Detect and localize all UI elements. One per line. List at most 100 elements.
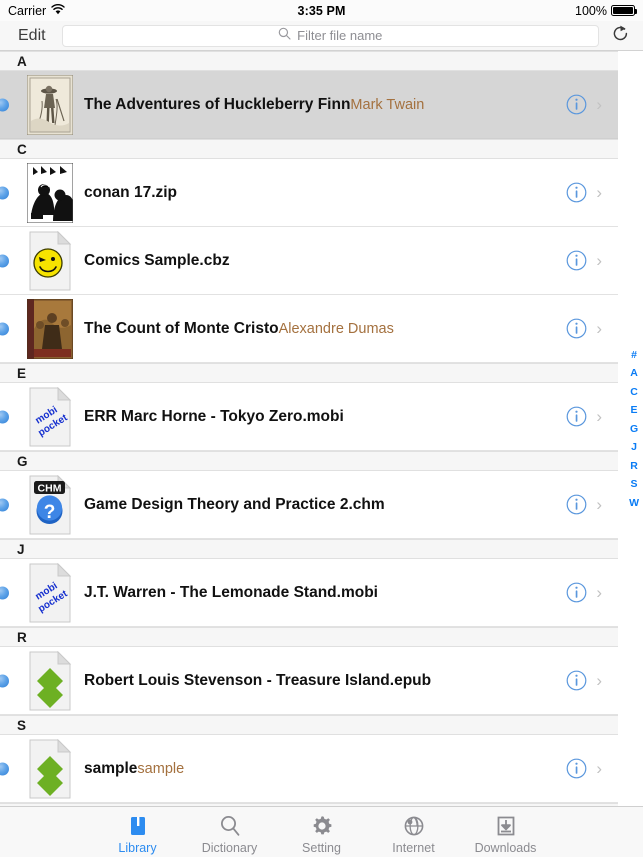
index-letter-hash[interactable]: # xyxy=(631,349,637,360)
info-icon[interactable] xyxy=(566,250,587,271)
search-placeholder: Filter file name xyxy=(297,28,383,43)
row-text-block: J.T. Warren - The Lemonade Stand.mobi xyxy=(84,584,566,602)
index-letter-j[interactable]: J xyxy=(631,442,637,453)
library-list[interactable]: A The Adventures of Huckleberry FinnMark … xyxy=(0,51,643,806)
row-text-block: The Adventures of Huckleberry FinnMark T… xyxy=(84,96,566,114)
tab-label: Library xyxy=(118,840,157,855)
search-input-inner: Filter file name xyxy=(278,27,382,45)
row-accessory: › xyxy=(566,758,602,779)
table-row[interactable]: The Count of Monte CristoAlexandre Dumas… xyxy=(0,295,618,363)
row-title: J.T. Warren - The Lemonade Stand.mobi xyxy=(84,583,378,601)
row-title: Robert Louis Stevenson - Treasure Island… xyxy=(84,671,432,689)
table-row[interactable]: Robert Louis Stevenson - Treasure Island… xyxy=(0,647,618,715)
index-letter-r[interactable]: R xyxy=(630,460,638,471)
blue-dot-icon xyxy=(0,322,9,335)
search-icon xyxy=(278,27,291,45)
index-letter-g[interactable]: G xyxy=(630,423,638,434)
chevron-right-icon: › xyxy=(596,183,602,202)
tab-label: Internet xyxy=(392,840,435,855)
info-icon[interactable] xyxy=(566,94,587,115)
row-title: sample xyxy=(84,759,138,777)
refresh-button[interactable] xyxy=(609,25,631,47)
table-row[interactable]: Comics Sample.cbz › xyxy=(0,227,618,295)
row-text-block: The Count of Monte CristoAlexandre Dumas xyxy=(84,320,566,338)
row-text-block: Comics Sample.cbz xyxy=(84,252,566,270)
tab-downloads[interactable]: Downloads xyxy=(460,810,552,855)
section-header-r: R xyxy=(0,627,618,647)
search-input[interactable]: Filter file name xyxy=(61,24,599,47)
row-title: ERR Marc Horne - Tokyo Zero.mobi xyxy=(84,407,344,425)
row-accessory: › xyxy=(566,670,602,691)
blue-dot-icon xyxy=(0,674,9,687)
info-icon[interactable] xyxy=(566,582,587,603)
index-letter-s[interactable]: S xyxy=(631,479,638,490)
row-accessory: › xyxy=(566,406,602,427)
index-letter-e[interactable]: E xyxy=(631,405,638,416)
chm-file-icon: CHM? xyxy=(24,474,76,535)
status-bar-time: 3:35 PM xyxy=(297,3,346,18)
blue-dot-icon xyxy=(0,186,9,199)
row-accessory: › xyxy=(566,494,602,515)
chevron-right-icon: › xyxy=(596,407,602,426)
row-accessory: › xyxy=(566,94,602,115)
blue-dot-icon xyxy=(0,98,9,111)
index-letter-c[interactable]: C xyxy=(630,386,638,397)
table-row[interactable]: conan 17.zip › xyxy=(0,159,618,227)
row-accessory: › xyxy=(566,250,602,271)
cover-conan-manga xyxy=(24,162,76,223)
section-header-c: C xyxy=(0,139,618,159)
magnifier-icon xyxy=(218,814,242,838)
section-header-s: S xyxy=(0,715,618,735)
row-accessory: › xyxy=(566,318,602,339)
app-root: Carrier 3:35 PM 100% Edit Filter file na… xyxy=(0,0,643,857)
tab-library[interactable]: Library xyxy=(92,810,184,855)
row-subtitle: sample xyxy=(137,760,185,777)
battery-icon xyxy=(611,5,637,16)
chevron-right-icon: › xyxy=(596,319,602,338)
epub-file-icon xyxy=(24,650,76,711)
row-title: The Adventures of Huckleberry Finn xyxy=(84,95,351,113)
info-icon[interactable] xyxy=(566,758,587,779)
index-letter-w[interactable]: W xyxy=(629,497,639,508)
section-header-a: A xyxy=(0,51,618,71)
edit-button[interactable]: Edit xyxy=(12,25,52,47)
tab-internet[interactable]: Internet xyxy=(368,810,460,855)
tab-dictionary[interactable]: Dictionary xyxy=(184,810,276,855)
table-row[interactable]: samplesample › xyxy=(0,735,618,803)
chevron-right-icon: › xyxy=(596,671,602,690)
chevron-right-icon: › xyxy=(596,759,602,778)
index-letter-a[interactable]: A xyxy=(630,368,638,379)
svg-text:CHM: CHM xyxy=(38,482,62,494)
mobipocket-file-icon: mobi pocket xyxy=(24,562,76,623)
info-icon[interactable] xyxy=(566,494,587,515)
row-accessory: › xyxy=(566,182,602,203)
chevron-right-icon: › xyxy=(596,583,602,602)
info-icon[interactable] xyxy=(566,318,587,339)
table-row[interactable]: CHM? Game Design Theory and Practice 2.ch… xyxy=(0,471,618,539)
library-list-body: A The Adventures of Huckleberry FinnMark … xyxy=(0,51,643,806)
table-row[interactable]: mobi pocket ERR Marc Horne - Tokyo Zero.mo… xyxy=(0,383,618,451)
tab-label: Dictionary xyxy=(201,840,258,855)
tab-setting[interactable]: Setting xyxy=(276,810,368,855)
row-text-block: conan 17.zip xyxy=(84,184,566,202)
row-title: Game Design Theory and Practice 2.chm xyxy=(84,495,385,513)
blue-dot-icon xyxy=(0,410,9,423)
info-icon[interactable] xyxy=(566,406,587,427)
table-row[interactable]: mobi pocket J.T. Warren - The Lemonade Sta… xyxy=(0,559,618,627)
section-index-bar[interactable]: # A C E G J R S W xyxy=(629,349,639,508)
info-icon[interactable] xyxy=(566,670,587,691)
chevron-right-icon: › xyxy=(596,495,602,514)
info-icon[interactable] xyxy=(566,182,587,203)
row-accessory: › xyxy=(566,582,602,603)
tab-label: Setting xyxy=(302,840,341,855)
cover-huckleberry-finn xyxy=(24,74,76,135)
row-subtitle: Alexandre Dumas xyxy=(278,320,394,337)
section-header-g: G xyxy=(0,451,618,471)
row-subtitle: Mark Twain xyxy=(350,96,425,113)
blue-dot-icon xyxy=(0,762,9,775)
row-title: conan 17.zip xyxy=(84,183,178,201)
epub-file-icon xyxy=(24,738,76,799)
section-header-e: E xyxy=(0,363,618,383)
tab-bar: Library Dictionary Setting Internet Download… xyxy=(0,806,643,857)
table-row[interactable]: The Adventures of Huckleberry FinnMark T… xyxy=(0,71,618,139)
